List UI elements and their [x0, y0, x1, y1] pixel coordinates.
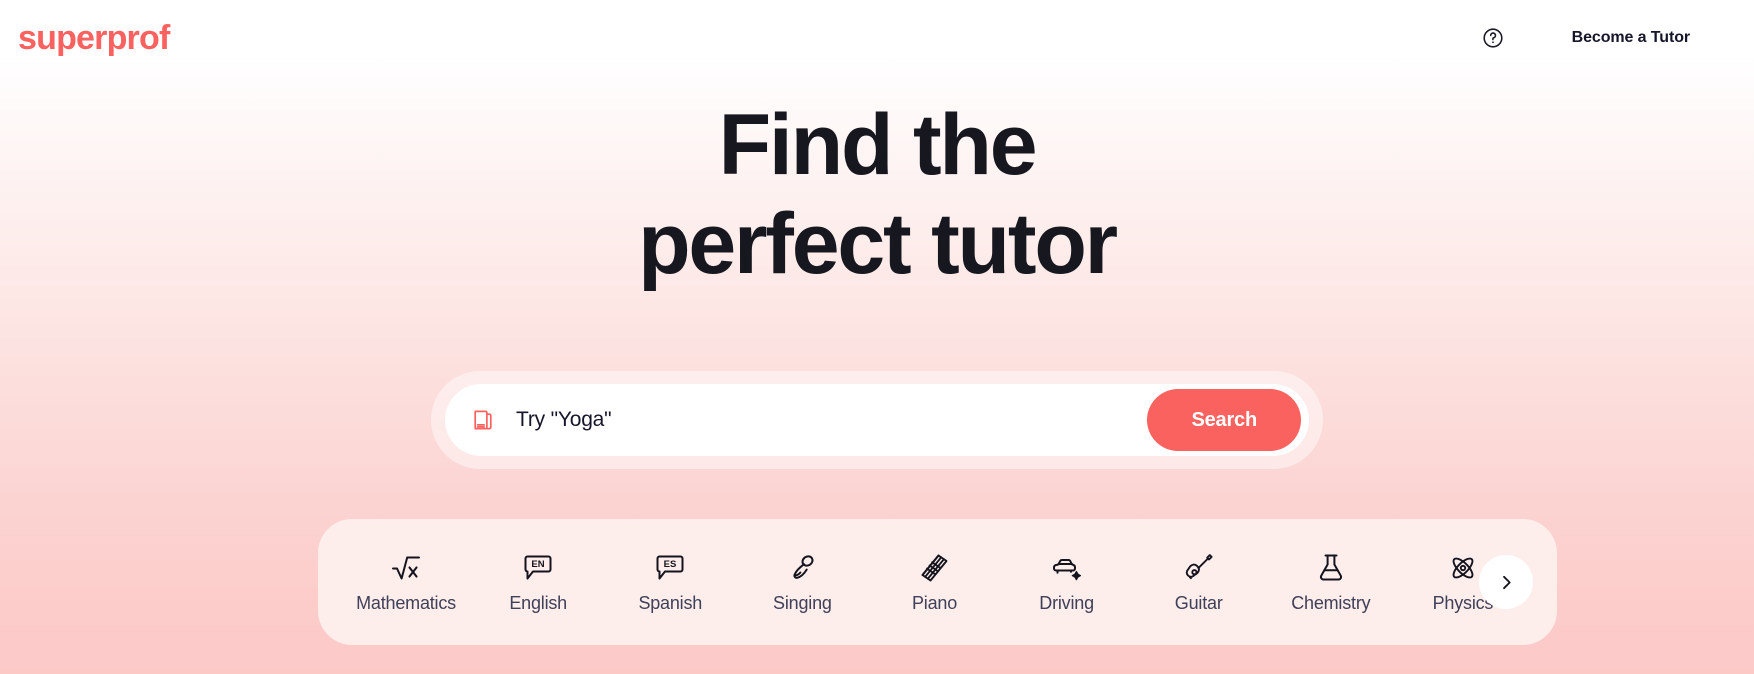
become-a-tutor-link[interactable]: Become a Tutor — [1572, 29, 1690, 47]
category-next-button[interactable] — [1479, 555, 1533, 609]
header-actions: Become a Tutor — [1482, 27, 1722, 49]
piano-icon — [917, 551, 951, 585]
category-list: Mathematics EN English ES Spanish Singin… — [318, 551, 1557, 614]
category-carousel: Mathematics EN English ES Spanish Singin… — [318, 519, 1557, 645]
superprof-logo[interactable]: superprof — [18, 21, 170, 55]
atom-icon — [1446, 551, 1480, 585]
guitar-icon — [1182, 551, 1216, 585]
page-title-line-1: Find the — [718, 97, 1038, 193]
search-button[interactable]: Search — [1147, 389, 1301, 451]
search-input[interactable] — [495, 408, 1148, 432]
category-item-guitar[interactable]: Guitar — [1133, 551, 1265, 614]
category-item-piano[interactable]: Piano — [868, 551, 1000, 614]
car-icon — [1050, 551, 1084, 585]
svg-text:EN: EN — [532, 559, 545, 570]
book-icon — [471, 408, 495, 432]
site-header: superprof Become a Tutor — [0, 0, 1754, 76]
search-bar[interactable]: Search — [445, 384, 1309, 456]
search-container: Search — [431, 371, 1323, 469]
category-label: Mathematics — [356, 592, 456, 613]
svg-text:ES: ES — [664, 559, 677, 570]
page-title: Find the perfect tutor — [0, 96, 1754, 294]
speech-bubble-en-icon: EN — [521, 551, 555, 585]
category-item-driving[interactable]: Driving — [1001, 551, 1133, 614]
category-label: Chemistry — [1291, 592, 1371, 613]
square-root-icon — [389, 551, 423, 585]
category-label: Guitar — [1174, 592, 1223, 613]
category-item-mathematics[interactable]: Mathematics — [340, 551, 472, 614]
flask-icon — [1314, 551, 1348, 585]
speech-bubble-es-icon: ES — [653, 551, 687, 585]
category-label: Spanish — [638, 592, 703, 613]
category-item-chemistry[interactable]: Chemistry — [1265, 551, 1397, 614]
microphone-icon — [785, 551, 819, 585]
help-circle-icon[interactable] — [1482, 27, 1504, 49]
category-label: English — [509, 592, 567, 613]
page-title-line-2: perfect tutor — [638, 195, 1118, 292]
category-item-english[interactable]: EN English — [472, 551, 604, 614]
chevron-right-icon — [1498, 574, 1515, 591]
category-item-singing[interactable]: Singing — [736, 551, 868, 614]
category-label: Driving — [1039, 592, 1094, 613]
category-label: Piano — [911, 592, 958, 613]
category-item-spanish[interactable]: ES Spanish — [604, 551, 736, 614]
category-label: Singing — [773, 592, 832, 613]
